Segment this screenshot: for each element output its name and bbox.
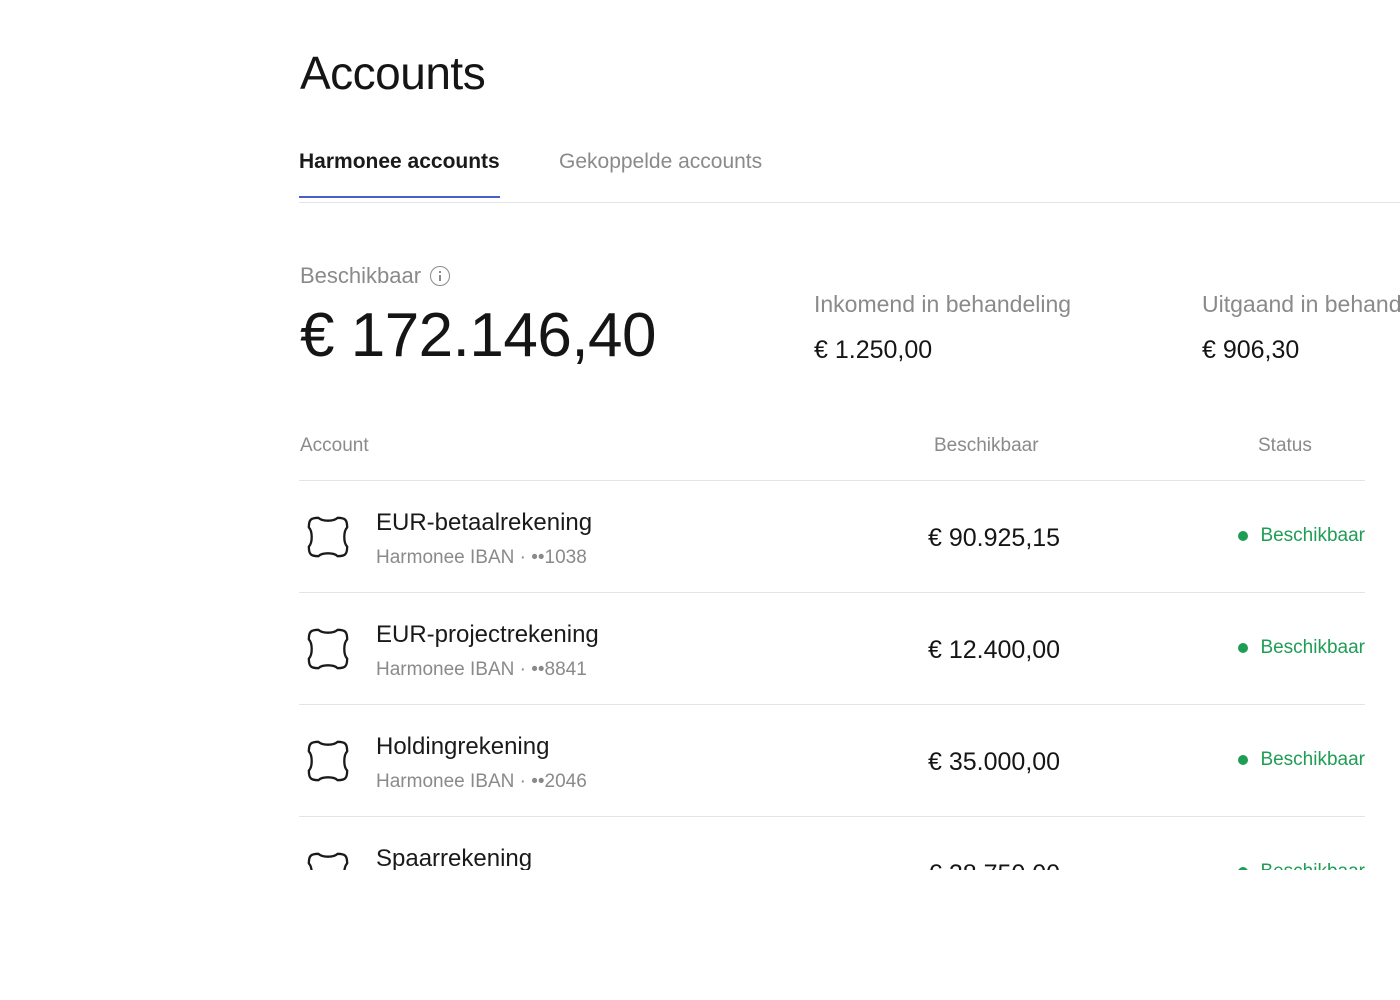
status-badge: Beschikbaar	[1238, 637, 1365, 659]
status-dot-icon	[1238, 643, 1249, 653]
account-name: EUR-projectrekening	[376, 621, 599, 648]
harmonee-logo-icon	[305, 514, 351, 560]
incoming-pending-label: Inkomend in behandeling	[814, 291, 1072, 317]
account-iban: Harmonee IBAN · ••1038	[376, 547, 587, 568]
status-dot-icon	[1238, 755, 1249, 765]
status-dot-icon	[1238, 531, 1249, 541]
account-name: EUR-betaalrekening	[376, 509, 593, 536]
status-badge: Beschikbaar	[1238, 861, 1365, 870]
column-header-status: Status	[1258, 435, 1312, 456]
account-name: Spaarrekening	[376, 845, 533, 870]
table-row[interactable]: EUR-projectrekening Harmonee IBAN · ••884…	[299, 593, 1365, 705]
status-badge: Beschikbaar	[1238, 749, 1365, 771]
account-available-amount: € 90.925,15	[928, 524, 1061, 552]
status-label: Beschikbaar	[1260, 525, 1365, 546]
tab-harmonee-accounts[interactable]: Harmonee accounts	[299, 150, 500, 198]
available-label: Beschikbaar	[300, 263, 451, 289]
table-header: Account Beschikbaar Status	[299, 425, 1365, 481]
info-icon[interactable]	[430, 266, 451, 286]
account-name: Holdingrekening	[376, 733, 550, 760]
column-header-account: Account	[300, 435, 369, 456]
outgoing-pending-amount: € 906,30	[1202, 336, 1300, 364]
status-badge: Beschikbaar	[1238, 525, 1365, 547]
account-iban: Harmonee IBAN · ••2046	[376, 771, 587, 792]
accounts-table: Account Beschikbaar Status EUR-betaalrek…	[299, 425, 1365, 870]
harmonee-logo-icon	[305, 738, 351, 784]
available-total: € 172.146,40	[300, 301, 657, 370]
table-row[interactable]: Holdingrekening Harmonee IBAN · ••2046 € 3…	[299, 705, 1365, 817]
table-body: EUR-betaalrekening Harmonee IBAN · ••1038…	[299, 481, 1365, 870]
outgoing-pending-label: Uitgaand in behandeling	[1202, 291, 1400, 317]
available-label-text: Beschikbaar	[300, 263, 422, 288]
status-label: Beschikbaar	[1260, 637, 1365, 658]
account-available-amount: € 28.750,00	[928, 860, 1060, 870]
table-row[interactable]: EUR-betaalrekening Harmonee IBAN · ••1038…	[299, 481, 1365, 593]
status-dot-icon	[1238, 867, 1249, 870]
account-tabs: Harmonee accounts Gekoppelde accounts	[299, 140, 1400, 203]
page-title: Accounts	[300, 47, 486, 99]
account-iban: Harmonee IBAN · ••8841	[376, 659, 587, 680]
harmonee-logo-icon	[305, 850, 351, 870]
column-header-available: Beschikbaar	[934, 435, 1039, 456]
account-available-amount: € 12.400,00	[928, 636, 1061, 664]
table-row[interactable]: Spaarrekening € 28.750,00 Beschikbaar	[299, 817, 1365, 870]
status-label: Beschikbaar	[1260, 861, 1365, 870]
incoming-pending-amount: € 1.250,00	[814, 336, 933, 364]
tab-gekoppelde-accounts[interactable]: Gekoppelde accounts	[559, 150, 762, 196]
harmonee-logo-icon	[305, 626, 351, 672]
status-label: Beschikbaar	[1260, 749, 1365, 770]
account-available-amount: € 35.000,00	[928, 748, 1061, 776]
